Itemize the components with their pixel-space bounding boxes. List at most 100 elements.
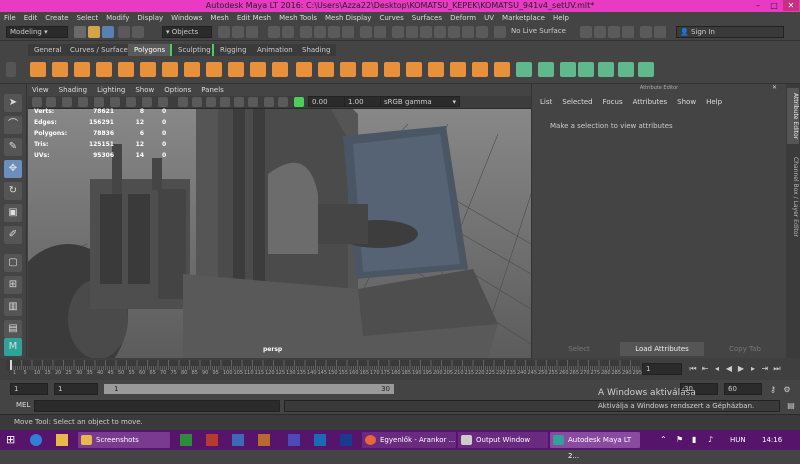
vp-menu-lighting[interactable]: Lighting bbox=[97, 86, 125, 94]
vp-menu-options[interactable]: Options bbox=[164, 86, 191, 94]
extrude-icon[interactable] bbox=[296, 62, 312, 77]
render-settings-icon[interactable] bbox=[608, 26, 620, 38]
vp-menu-shading[interactable]: Shading bbox=[59, 86, 87, 94]
fill-hole-icon[interactable] bbox=[384, 62, 400, 77]
tab-polygons[interactable]: Polygons bbox=[128, 44, 172, 56]
poly-pipe-icon[interactable] bbox=[184, 62, 200, 77]
tab-curves-surfaces[interactable]: Curves / Surfaces bbox=[64, 44, 138, 56]
menu-windows[interactable]: Windows bbox=[171, 14, 202, 22]
menu-marketplace[interactable]: Marketplace bbox=[502, 14, 545, 22]
select-component-icon[interactable] bbox=[246, 26, 258, 38]
start-icon[interactable]: ⊞ bbox=[6, 433, 20, 447]
app-icon-blue[interactable] bbox=[232, 434, 244, 446]
snap-grid-icon[interactable] bbox=[392, 26, 404, 38]
mask-icon-7[interactable] bbox=[360, 26, 372, 38]
open-scene-icon[interactable] bbox=[88, 26, 100, 38]
step-back-frame-icon[interactable]: ◂ bbox=[712, 364, 722, 374]
new-scene-icon[interactable] bbox=[74, 26, 86, 38]
menu-uv[interactable]: UV bbox=[484, 14, 494, 22]
tab-rigging[interactable]: Rigging bbox=[212, 44, 253, 56]
last-tool-icon[interactable]: ✐ bbox=[4, 226, 22, 244]
explorer-icon[interactable] bbox=[56, 434, 68, 446]
menu-select[interactable]: Select bbox=[77, 14, 99, 22]
play-forward-icon[interactable]: ▶ bbox=[736, 364, 746, 374]
tab-attribute-editor[interactable]: Attribute Editor bbox=[787, 88, 799, 144]
tab-channel-box[interactable]: Channel Box / Layer Editor bbox=[787, 152, 799, 242]
bevel-icon[interactable] bbox=[318, 62, 334, 77]
poly-torus-icon[interactable] bbox=[140, 62, 156, 77]
magnet-icon[interactable] bbox=[494, 26, 506, 38]
smooth-shade-icon[interactable] bbox=[192, 97, 202, 107]
multi-cut-icon[interactable] bbox=[428, 62, 444, 77]
poly-disc-icon[interactable] bbox=[162, 62, 178, 77]
boolean-icon[interactable] bbox=[272, 62, 288, 77]
two-pane-icon[interactable]: ▥ bbox=[4, 298, 22, 316]
attr-menu-attributes[interactable]: Attributes bbox=[633, 98, 668, 106]
redo-icon[interactable] bbox=[132, 26, 144, 38]
camera-attr-icon[interactable] bbox=[46, 97, 56, 107]
range-slider-bar[interactable]: 1 30 bbox=[104, 384, 394, 394]
snap-plane-icon[interactable] bbox=[434, 26, 446, 38]
shadows-icon[interactable] bbox=[248, 97, 258, 107]
image-plane-icon[interactable] bbox=[78, 97, 88, 107]
wireframe-icon[interactable] bbox=[178, 97, 188, 107]
scale-tool-icon[interactable]: ▣ bbox=[4, 204, 22, 222]
taskbar-maya[interactable]: Autodesk Maya LT 2... bbox=[550, 432, 640, 460]
current-frame-field[interactable]: 1 bbox=[642, 363, 682, 375]
cut-uv-icon[interactable] bbox=[638, 62, 654, 77]
target-weld-icon[interactable] bbox=[450, 62, 466, 77]
poly-plane-icon[interactable] bbox=[118, 62, 134, 77]
menu-mesh-display[interactable]: Mesh Display bbox=[325, 14, 371, 22]
tab-shading[interactable]: Shading bbox=[296, 44, 337, 56]
paint-select-icon[interactable]: ✎ bbox=[4, 138, 22, 156]
menu-edit-mesh[interactable]: Edit Mesh bbox=[237, 14, 271, 22]
menu-mesh-tools[interactable]: Mesh Tools bbox=[279, 14, 317, 22]
end-time-field[interactable]: 60 bbox=[724, 383, 762, 395]
select-hierarchy-icon[interactable] bbox=[218, 26, 230, 38]
lightroom-icon[interactable] bbox=[314, 434, 326, 446]
taskbar-output-window[interactable]: Output Window bbox=[458, 432, 548, 448]
move-tool-icon[interactable]: ✥ bbox=[4, 160, 22, 178]
lasso-tool-icon[interactable]: ⌒ bbox=[4, 116, 22, 134]
app-icon-red[interactable] bbox=[206, 434, 218, 446]
save-scene-icon[interactable] bbox=[102, 26, 114, 38]
exposure-field[interactable]: 0.00 bbox=[308, 96, 346, 107]
attr-menu-focus[interactable]: Focus bbox=[603, 98, 623, 106]
live-surface-field[interactable]: No Live Surface bbox=[508, 26, 572, 38]
attr-menu-help[interactable]: Help bbox=[706, 98, 722, 106]
resolution-gate-icon[interactable] bbox=[126, 97, 136, 107]
mel-input[interactable] bbox=[34, 400, 280, 412]
colorspace-dropdown[interactable]: sRGB gamma ▾ bbox=[380, 96, 460, 107]
snap-point-icon[interactable] bbox=[420, 26, 432, 38]
start-time-field[interactable]: 1 bbox=[10, 383, 48, 395]
mask-icon-5[interactable] bbox=[328, 26, 340, 38]
single-pane-icon[interactable]: ▢ bbox=[4, 254, 22, 272]
attr-select-button[interactable]: Select bbox=[538, 342, 620, 356]
safe-action-icon[interactable] bbox=[158, 97, 168, 107]
auto-uv-icon[interactable] bbox=[578, 62, 594, 77]
taskbar-chrome[interactable]: Egyenlők - Arankor ... bbox=[362, 432, 456, 448]
combine-icon[interactable] bbox=[206, 62, 222, 77]
app-icon-indigo[interactable] bbox=[288, 434, 300, 446]
mask-icon-4[interactable] bbox=[314, 26, 326, 38]
undo-icon[interactable] bbox=[118, 26, 130, 38]
append-icon[interactable] bbox=[362, 62, 378, 77]
attr-menu-list[interactable]: List bbox=[540, 98, 552, 106]
ipr-render-icon[interactable] bbox=[594, 26, 606, 38]
layout-uv-icon[interactable] bbox=[618, 62, 634, 77]
shelf-menu-icon[interactable] bbox=[6, 62, 16, 77]
attr-menu-selected[interactable]: Selected bbox=[562, 98, 592, 106]
ie-icon[interactable] bbox=[30, 434, 42, 446]
snap-live-icon[interactable] bbox=[462, 26, 474, 38]
color-manage-icon[interactable] bbox=[294, 97, 304, 107]
menu-mesh[interactable]: Mesh bbox=[210, 14, 228, 22]
auto-key-icon[interactable]: ⚷ bbox=[768, 385, 778, 395]
uv-editor-icon[interactable] bbox=[654, 26, 666, 38]
step-back-key-icon[interactable]: ⇤ bbox=[700, 364, 710, 374]
excel-icon[interactable] bbox=[180, 434, 192, 446]
select-object-icon[interactable] bbox=[232, 26, 244, 38]
viewport-panel[interactable]: View Shading Lighting Show Options Panel… bbox=[28, 84, 531, 358]
snap-curve-icon[interactable] bbox=[406, 26, 418, 38]
load-attributes-button[interactable]: Load Attributes bbox=[620, 342, 704, 356]
taskbar-screenshots[interactable]: Screenshots bbox=[78, 432, 170, 448]
